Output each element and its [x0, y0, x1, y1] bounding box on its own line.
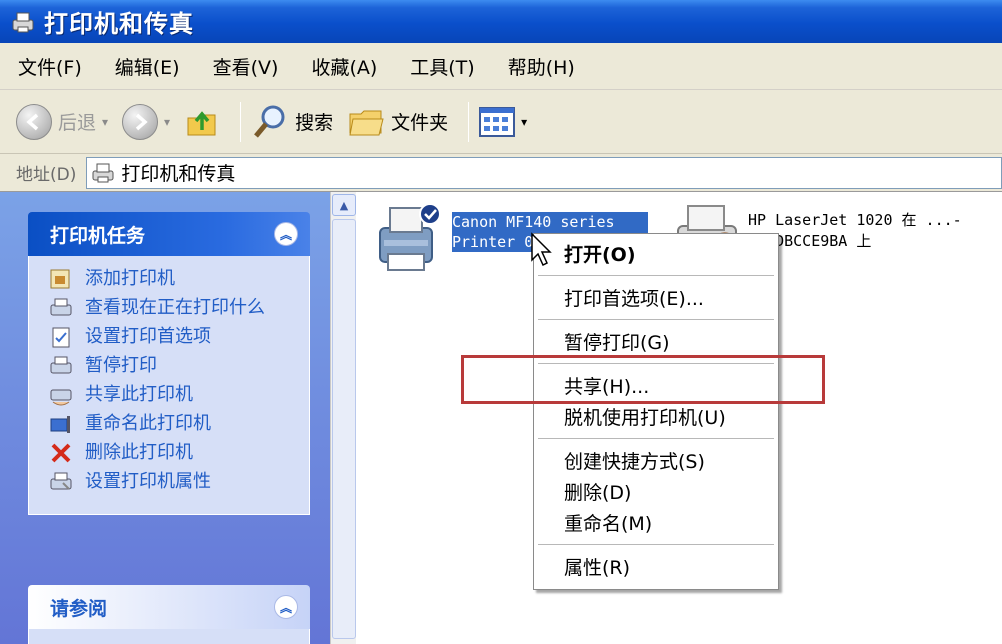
task-printer-properties[interactable]: 设置打印机属性	[49, 471, 299, 493]
search-button[interactable]: 搜索	[251, 103, 333, 141]
collapse-chevron-icon[interactable]: ︽	[274, 222, 298, 246]
task-label: 共享此打印机	[85, 384, 193, 405]
forward-arrow-icon	[122, 103, 159, 140]
menu-bar: 文件(F) 编辑(E) 查看(V) 收藏(A) 工具(T) 帮助(H)	[0, 43, 1002, 90]
see-also-title: 请参阅	[50, 597, 108, 620]
views-button[interactable]: ▾	[479, 106, 527, 137]
share-printer-icon	[50, 389, 72, 406]
folders-label: 文件夹	[391, 112, 449, 134]
printers-faxes-icon	[92, 163, 114, 182]
delete-icon	[51, 443, 71, 463]
ctx-delete[interactable]: 删除(D)	[534, 476, 778, 507]
toolbar: 后退 ▾ ▾ 搜索 文件夹 ▾	[0, 90, 1002, 154]
folders-icon	[349, 110, 384, 135]
menu-separator	[538, 438, 774, 439]
task-pane: 打印机任务 ︽ 添加打印机 查看现在正在打印什么 设置打印首选项 暂停打印 共享…	[0, 192, 330, 644]
task-label: 设置打印机属性	[85, 471, 211, 492]
share-highlight-box	[461, 355, 825, 404]
ctx-properties[interactable]: 属性(R)	[534, 551, 778, 582]
menu-favorites[interactable]: 收藏(A)	[307, 51, 381, 82]
address-value: 打印机和传真	[121, 163, 236, 185]
printer-tasks-list: 添加打印机 查看现在正在打印什么 设置打印首选项 暂停打印 共享此打印机 重命名…	[28, 256, 310, 515]
task-delete-printer[interactable]: 删除此打印机	[49, 442, 299, 464]
pause-printer-icon	[50, 356, 72, 374]
task-label: 查看现在正在打印什么	[85, 297, 265, 318]
ctx-printing-preferences[interactable]: 打印首选项(E)...	[534, 282, 778, 313]
address-field[interactable]: 打印机和传真	[86, 156, 1002, 189]
task-share-printer[interactable]: 共享此打印机	[49, 384, 299, 406]
ctx-pause-printing[interactable]: 暂停打印(G)	[534, 326, 778, 357]
menu-view[interactable]: 查看(V)	[209, 51, 283, 82]
back-dropdown-icon[interactable]: ▾	[102, 115, 108, 129]
up-folder-button[interactable]	[184, 104, 220, 140]
views-icon	[479, 106, 516, 137]
printer-tasks-title: 打印机任务	[50, 224, 146, 247]
back-label: 后退	[58, 112, 97, 134]
task-pane-scrollbar[interactable]: ▲	[330, 192, 356, 644]
task-printing-preferences[interactable]: 设置打印首选项	[49, 326, 299, 348]
menu-file[interactable]: 文件(F)	[14, 51, 86, 82]
task-label: 设置打印首选项	[85, 326, 211, 347]
forward-button[interactable]: ▾	[122, 103, 170, 140]
title-bar[interactable]: 打印机和传真	[0, 0, 1002, 43]
task-pause-printing[interactable]: 暂停打印	[49, 355, 299, 377]
toolbar-separator	[240, 101, 242, 142]
collapse-chevron-icon[interactable]: ︽	[274, 595, 298, 619]
view-printing-icon	[50, 298, 72, 316]
task-label: 重命名此打印机	[85, 413, 211, 434]
context-menu: 打开(O) 打印首选项(E)... 暂停打印(G) 共享(H)... 脱机使用打…	[533, 233, 779, 590]
menu-edit[interactable]: 编辑(E)	[111, 51, 184, 82]
task-label: 添加打印机	[85, 268, 175, 289]
search-label: 搜索	[295, 112, 334, 134]
scrollbar-thumb[interactable]	[332, 219, 356, 639]
mouse-pointer-icon	[531, 232, 552, 267]
ctx-create-shortcut[interactable]: 创建快捷方式(S)	[534, 445, 778, 476]
ctx-rename[interactable]: 重命名(M)	[534, 507, 778, 538]
menu-separator	[538, 319, 774, 320]
task-view-printing[interactable]: 查看现在正在打印什么	[49, 297, 299, 319]
ctx-use-printer-offline[interactable]: 脱机使用打印机(U)	[534, 401, 778, 432]
menu-separator	[538, 544, 774, 545]
default-printer-icon	[379, 203, 441, 271]
folders-button[interactable]: 文件夹	[347, 105, 448, 139]
menu-separator	[538, 275, 774, 276]
address-label: 地址(D)	[16, 165, 77, 185]
printer-label: HP LaserJet 1020 在 ...-DA7DBCCE9BA 上	[748, 211, 962, 250]
task-label: 删除此打印机	[85, 442, 193, 463]
address-bar: 地址(D) 打印机和传真	[0, 154, 1002, 192]
up-folder-icon	[187, 110, 216, 135]
back-button[interactable]: 后退 ▾	[16, 103, 108, 140]
preferences-icon	[52, 327, 70, 348]
see-also-body	[28, 629, 310, 644]
printer-tasks-header[interactable]: 打印机任务 ︽	[28, 212, 310, 256]
see-also-header[interactable]: 请参阅 ︽	[28, 585, 310, 629]
printer-tasks-panel: 打印机任务 ︽ 添加打印机 查看现在正在打印什么 设置打印首选项 暂停打印 共享…	[28, 212, 310, 515]
menu-tools[interactable]: 工具(T)	[406, 51, 478, 82]
ctx-open[interactable]: 打开(O)	[534, 238, 778, 269]
menu-help[interactable]: 帮助(H)	[504, 51, 579, 82]
window-title: 打印机和传真	[44, 10, 194, 38]
toolbar-separator	[468, 101, 470, 142]
forward-dropdown-icon[interactable]: ▾	[164, 115, 170, 129]
rename-printer-icon	[50, 416, 70, 433]
scroll-up-icon[interactable]: ▲	[332, 194, 356, 216]
see-also-panel: 请参阅 ︽	[28, 585, 310, 644]
task-add-printer[interactable]: 添加打印机	[49, 268, 299, 290]
search-icon	[254, 105, 285, 138]
add-printer-icon	[50, 269, 70, 289]
back-arrow-icon	[16, 103, 52, 140]
views-dropdown-icon[interactable]: ▾	[521, 115, 527, 129]
printers-faxes-icon	[12, 12, 34, 32]
task-label: 暂停打印	[85, 355, 157, 376]
properties-icon	[50, 472, 72, 490]
task-rename-printer[interactable]: 重命名此打印机	[49, 413, 299, 435]
